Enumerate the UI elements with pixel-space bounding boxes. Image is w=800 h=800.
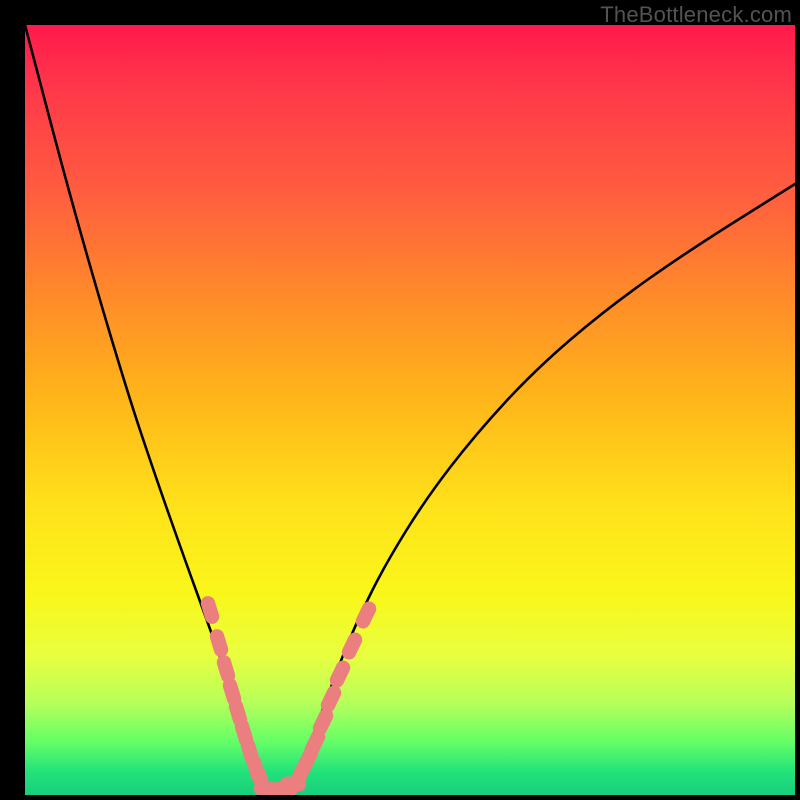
bead — [208, 603, 212, 616]
plot-svg — [25, 25, 795, 795]
bead — [217, 636, 221, 649]
bead — [363, 609, 369, 622]
bead — [242, 726, 246, 739]
beads-group — [208, 603, 369, 791]
chart-frame: TheBottleneck.com — [0, 0, 800, 800]
bead — [337, 668, 343, 681]
bead — [312, 737, 318, 750]
bead — [224, 662, 228, 675]
bead — [320, 716, 326, 729]
plot-area — [25, 25, 795, 795]
bead — [230, 685, 234, 698]
bead — [236, 706, 240, 719]
curve-right-branch — [271, 184, 795, 790]
attribution-watermark: TheBottleneck.com — [600, 2, 792, 28]
bead — [328, 693, 334, 706]
bead — [349, 640, 355, 653]
